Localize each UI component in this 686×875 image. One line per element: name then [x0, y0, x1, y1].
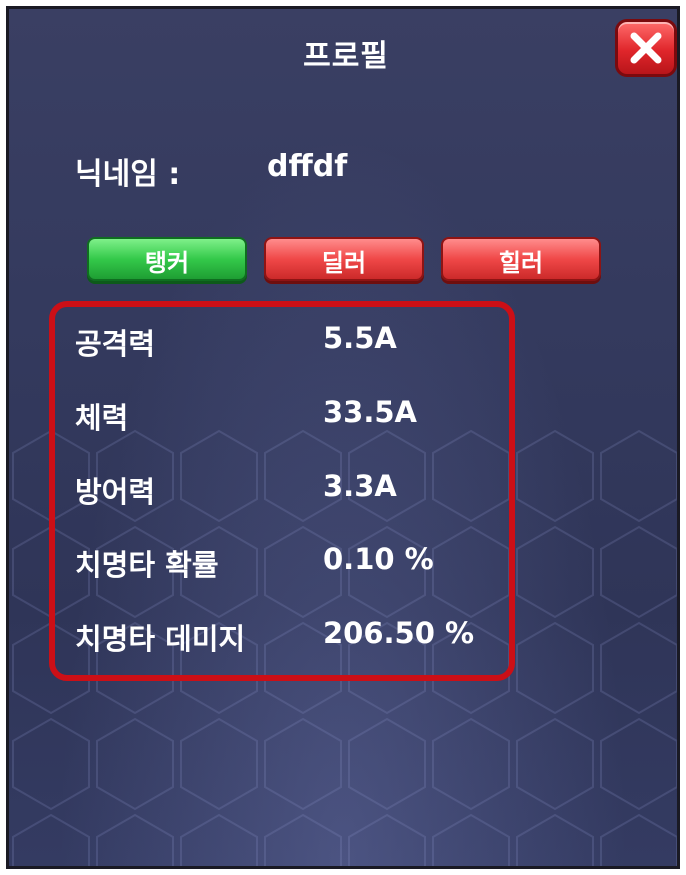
window-title: 프로필	[303, 39, 389, 74]
tab-healer[interactable]: 힐러	[441, 237, 601, 281]
close-button[interactable]	[615, 19, 677, 77]
stat-attack-value: 5.5A	[323, 321, 397, 355]
stat-attack-label: 공격력	[75, 327, 156, 361]
stat-health-value: 33.5A	[323, 395, 417, 429]
nickname-value: dffdf	[267, 149, 348, 184]
nickname-label: 닉네임 :	[75, 157, 181, 192]
tab-dealer[interactable]: 딜러	[264, 237, 424, 281]
stat-crit-rate-label: 치명타 확률	[75, 548, 219, 582]
stat-defense-label: 방어력	[75, 475, 156, 509]
stat-crit-damage-label: 치명타 데미지	[75, 622, 246, 656]
stat-defense-value: 3.3A	[323, 469, 397, 503]
stat-health-label: 체력	[75, 401, 129, 435]
profile-panel: 프로필 닉네임 : dffdf 탱커 딜러 힐러 공격력 5.5A 체력 33.…	[6, 6, 680, 869]
stat-crit-damage-value: 206.50 %	[323, 616, 475, 650]
tab-tanker[interactable]: 탱커	[87, 237, 247, 281]
close-icon	[630, 32, 662, 64]
stat-crit-rate-value: 0.10 %	[323, 542, 434, 576]
